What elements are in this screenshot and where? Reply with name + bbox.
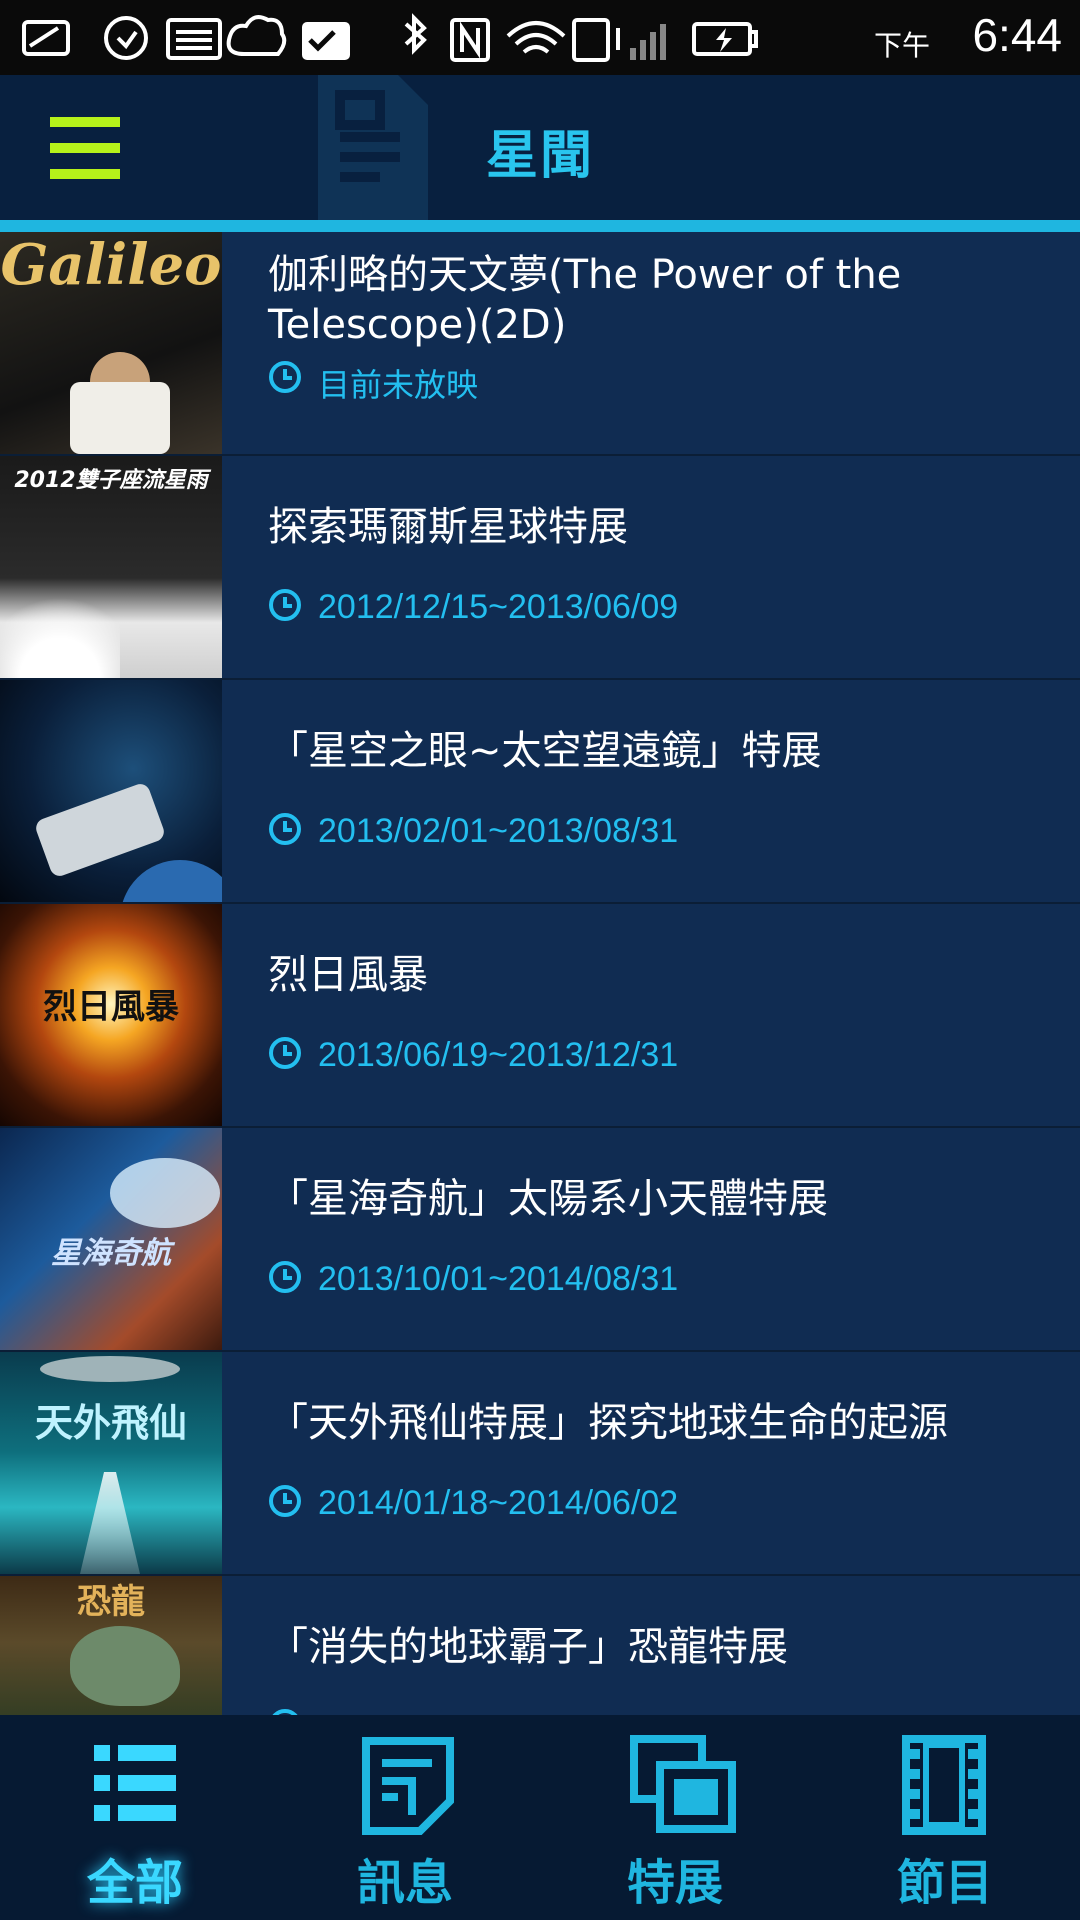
list-item[interactable]: 星海奇航 「星海奇航」太陽系小天體特展 2013/10/01~2014/08/3… <box>0 1128 1080 1350</box>
thumbnail-caption: 恐龍 <box>77 1582 145 1622</box>
item-date: 2013/10/01~2014/08/31 <box>318 1260 679 1298</box>
header-accent-bar <box>0 220 1080 232</box>
page-title: 星聞 <box>485 126 594 186</box>
tab-programs[interactable]: 節目 <box>810 1715 1080 1920</box>
app-header: 星聞 <box>0 75 1080 220</box>
list-icon <box>94 1745 176 1821</box>
clock-icon <box>269 1261 301 1293</box>
film-icon <box>902 1735 986 1835</box>
item-title: 「消失的地球霸子」恐龍特展 <box>268 1624 788 1670</box>
tab-all[interactable]: 全部 <box>0 1715 270 1920</box>
clock-icon <box>269 813 301 845</box>
item-title: 伽利略的天文夢(The Power of the Telescope)(2D) <box>268 252 902 348</box>
list-item[interactable]: 烈日風暴 烈日風暴 2013/06/19~2013/12/31 <box>0 904 1080 1126</box>
item-thumbnail <box>0 680 222 902</box>
item-date: 目前未放映 <box>318 367 479 403</box>
tab-all-label: 全部 <box>86 1855 183 1911</box>
list-item[interactable]: Galileo 伽利略的天文夢(The Power of the Telesco… <box>0 232 1080 454</box>
list-item[interactable]: 天外飛仙 「天外飛仙特展」探究地球生命的起源 2014/01/18~2014/0… <box>0 1352 1080 1574</box>
list-item[interactable]: 恐龍 「消失的地球霸子」恐龍特展 <box>0 1576 1080 1715</box>
notification-icons <box>22 13 758 62</box>
item-thumbnail: 星海奇航 <box>0 1128 222 1350</box>
thumbnail-caption: 烈日風暴 <box>43 987 179 1027</box>
clock-icon <box>269 1037 301 1069</box>
item-title: 探索瑪爾斯星球特展 <box>268 504 628 550</box>
tab-news-label: 訊息 <box>356 1855 453 1911</box>
bottom-navigation: 全部 訊息 特展 節目 <box>0 1715 1080 1920</box>
item-date: 2013/06/19~2013/12/31 <box>318 1036 679 1074</box>
thumbnail-caption: Galileo <box>0 232 222 298</box>
clock-icon <box>272 1709 298 1715</box>
thumbnail-caption: 星海奇航 <box>51 1236 171 1271</box>
item-thumbnail: 2012雙子座流星雨 <box>0 456 222 678</box>
status-time: 6:44 <box>972 9 1062 61</box>
item-title: 「天外飛仙特展」探究地球生命的起源 <box>268 1400 948 1446</box>
item-title: 烈日風暴 <box>268 952 428 998</box>
status-ampm: 下午 <box>873 29 930 62</box>
clock-icon <box>269 361 301 393</box>
item-thumbnail: 烈日風暴 <box>0 904 222 1126</box>
status-bar: 下午 6:44 <box>0 0 1080 75</box>
tab-exhibits-label: 特展 <box>626 1855 723 1911</box>
item-thumbnail: 天外飛仙 <box>0 1352 222 1574</box>
list-item[interactable]: 2012雙子座流星雨 探索瑪爾斯星球特展 2012/12/15~2013/06/… <box>0 456 1080 678</box>
gallery-icon <box>630 1735 736 1833</box>
item-thumbnail: Galileo <box>0 232 222 454</box>
list-item[interactable]: 「星空之眼~太空望遠鏡」特展 2013/02/01~2013/08/31 <box>0 680 1080 902</box>
tab-exhibits[interactable]: 特展 <box>540 1715 810 1920</box>
item-thumbnail: 恐龍 <box>0 1576 222 1715</box>
item-title: 「星海奇航」太陽系小天體特展 <box>268 1176 828 1222</box>
item-date: 2013/02/01~2013/08/31 <box>318 812 679 850</box>
tab-news[interactable]: 訊息 <box>270 1715 540 1920</box>
tab-programs-label: 節目 <box>896 1855 993 1911</box>
item-date: 2012/12/15~2013/06/09 <box>318 588 679 626</box>
news-list[interactable]: Galileo 伽利略的天文夢(The Power of the Telesco… <box>0 232 1080 1715</box>
clock-icon <box>269 589 301 621</box>
item-date: 2014/01/18~2014/06/02 <box>318 1484 679 1522</box>
item-title: 「星空之眼~太空望遠鏡」特展 <box>268 728 822 774</box>
thumbnail-caption: 2012雙子座流星雨 <box>14 468 208 493</box>
thumbnail-caption: 天外飛仙 <box>34 1401 187 1445</box>
document-icon <box>362 1737 454 1835</box>
clock-icon <box>269 1485 301 1517</box>
